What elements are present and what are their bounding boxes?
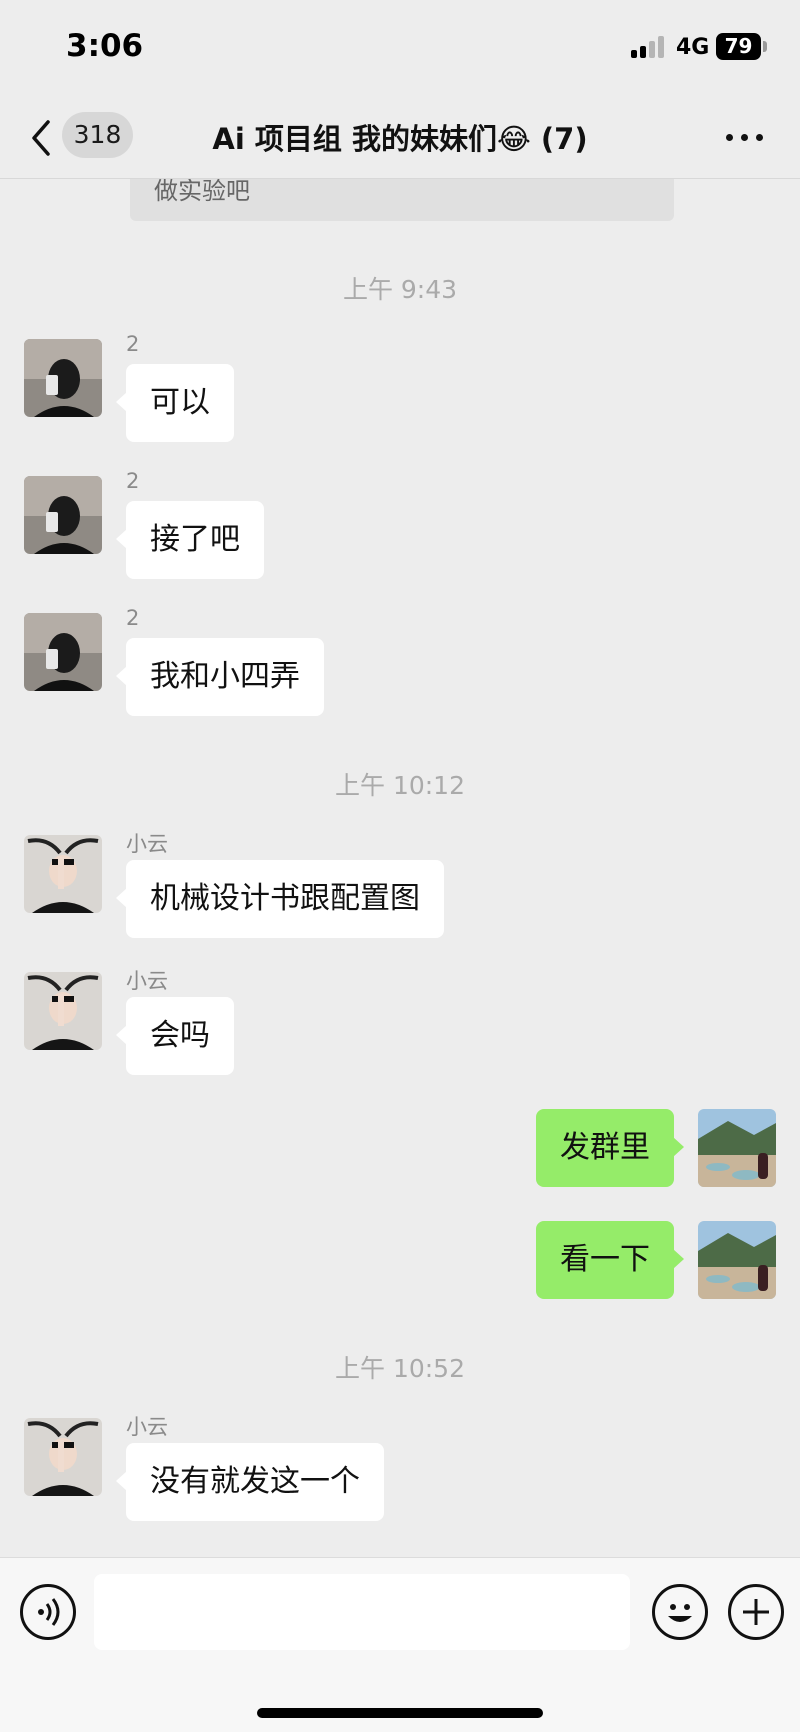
battery-icon: 79 (716, 33, 761, 60)
my-message-bubble[interactable]: 发群里 (536, 1109, 684, 1187)
sender-name: 2 (126, 469, 140, 493)
signal-icon (631, 36, 671, 58)
avatar[interactable] (24, 613, 102, 691)
timestamp: 上午 9:43 (342, 275, 458, 304)
avatar[interactable] (24, 1418, 102, 1496)
message-bubble[interactable]: 没有就发这一个 (116, 1443, 384, 1521)
message-bubble[interactable]: 接了吧 (116, 501, 264, 579)
home-indicator[interactable] (257, 1708, 543, 1718)
chat-title: Ai 项目组 我的妹妹们😂 (7) (212, 122, 588, 156)
sender-name: 2 (126, 332, 140, 356)
my-message-bubble[interactable]: 看一下 (536, 1221, 684, 1299)
input-bar (0, 1557, 800, 1732)
more-dots-icon[interactable] (726, 130, 766, 142)
message-bubble[interactable]: 可以 (116, 364, 234, 442)
voice-icon[interactable] (20, 1584, 76, 1640)
avatar[interactable] (24, 972, 102, 1050)
my-avatar[interactable] (698, 1221, 776, 1299)
quoted-message: 做实验吧 (130, 179, 674, 221)
chat-header: 318 Ai 项目组 我的妹妹们😂 (7) (0, 100, 800, 179)
my-avatar[interactable] (698, 1109, 776, 1187)
emoji-icon[interactable] (652, 1584, 708, 1640)
avatar[interactable] (24, 835, 102, 913)
message-bubble[interactable]: 我和小四弄 (116, 638, 324, 716)
avatar[interactable] (24, 339, 102, 417)
avatar[interactable] (24, 476, 102, 554)
sender-name: 小云 (126, 832, 168, 856)
unread-count-badge[interactable]: 318 (62, 112, 133, 158)
status-bar: 3:06 4G 79 (0, 0, 800, 100)
chevron-left-icon[interactable] (26, 118, 56, 158)
sender-name: 2 (126, 606, 140, 630)
message-list[interactable]: 做实验吧 上午 9:43 2 可以 2 接了吧 2 我和小四弄 上午 10:12… (0, 179, 800, 1557)
sender-name: 小云 (126, 969, 168, 993)
message-bubble[interactable]: 机械设计书跟配置图 (116, 860, 444, 938)
timestamp: 上午 10:52 (335, 1354, 465, 1383)
status-time: 3:06 (66, 28, 144, 64)
sender-name: 小云 (126, 1415, 168, 1439)
network-type: 4G (676, 35, 710, 60)
message-input[interactable] (94, 1574, 630, 1650)
battery-tip (763, 41, 767, 52)
plus-icon[interactable] (728, 1584, 784, 1640)
timestamp: 上午 10:12 (335, 771, 465, 800)
message-bubble[interactable]: 会吗 (116, 997, 234, 1075)
